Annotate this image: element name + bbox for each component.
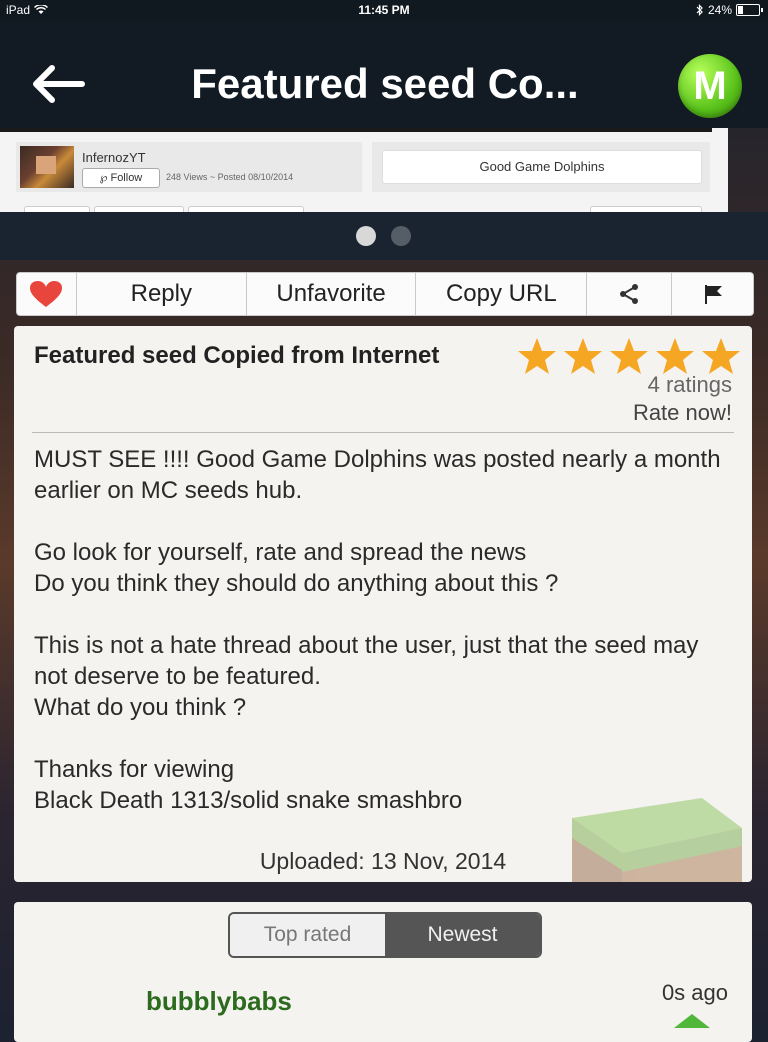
reply-button[interactable]: Reply [77,273,247,315]
battery-percent: 24% [707,3,732,17]
action-bar: Reply Unfavorite Copy URL [16,272,754,316]
post-paragraph: MUST SEE !!!! Good Game Dolphins was pos… [34,446,721,504]
clock: 11:45 PM [358,3,410,17]
sort-top-rated-tab[interactable]: Top rated [230,914,385,956]
heart-icon [30,281,63,307]
star-rating[interactable] [516,336,742,376]
follow-label: Follow [110,172,143,184]
sort-segmented-control: Top rated Newest [228,912,542,958]
seed-box: Good Game Dolphins [372,142,710,192]
star-icon[interactable] [516,336,558,376]
author-name[interactable]: InfernozYT [82,150,146,165]
back-arrow-icon[interactable] [28,62,86,106]
star-icon[interactable] [700,336,742,376]
copy-url-button[interactable]: Copy URL [416,273,588,315]
post-paragraph: Go look for yourself, rate and spread th… [34,539,559,597]
share-button[interactable] [587,273,673,315]
rss-icon: ℘ [99,172,108,184]
post-paragraph: Thanks for viewing Black Death 1313/soli… [34,756,463,814]
preview-divider [0,128,712,132]
nav-bar: Featured seed Co... M [0,20,768,128]
star-icon[interactable] [608,336,650,376]
bluetooth-icon [696,4,703,16]
ratings-count: 4 ratings [647,372,732,397]
post-card: Featured seed Copied from Internet 4 rat… [14,326,752,882]
page-title: Featured seed Co... [191,60,579,107]
rate-now-link[interactable]: Rate now! [633,400,732,426]
page-dot-active[interactable] [356,226,376,246]
web-preview[interactable]: InfernozYT ℘ Follow 248 Views ~ Posted 0… [0,128,728,212]
views-posted: 248 Views ~ Posted 08/10/2014 [166,172,294,182]
flag-icon [704,285,722,304]
post-body: MUST SEE !!!! Good Game Dolphins was pos… [34,444,734,847]
page-dot[interactable] [391,226,411,246]
author-box: InfernozYT ℘ Follow 248 Views ~ Posted 0… [16,142,362,192]
battery-icon [736,4,763,16]
star-icon[interactable] [654,336,696,376]
sort-newest-tab[interactable]: Newest [385,914,540,956]
report-button[interactable] [672,273,753,315]
post-title: Featured seed Copied from Internet [34,342,440,369]
post-paragraph: This is not a hate thread about the user… [34,632,699,721]
comments-section: Top rated Newest bubblybabs 0s ago [14,902,752,1042]
seed-name[interactable]: Good Game Dolphins [382,150,702,184]
page-indicator [0,212,768,260]
share-icon [620,284,639,304]
unfavorite-button[interactable]: Unfavorite [247,273,417,315]
upvote-icon[interactable] [674,1014,710,1028]
upload-date: Uploaded: 13 Nov, 2014 [259,848,507,874]
app-logo[interactable]: M [678,54,742,118]
avatar[interactable] [20,146,74,188]
comment-time: 0s ago [661,980,728,1005]
comment-author[interactable]: bubblybabs [146,986,292,1017]
divider [32,432,734,433]
star-icon[interactable] [562,336,604,376]
favorite-button[interactable] [17,273,77,315]
status-bar: iPad 11:45 PM 24% [0,0,768,20]
follow-button[interactable]: ℘ Follow [82,168,160,188]
